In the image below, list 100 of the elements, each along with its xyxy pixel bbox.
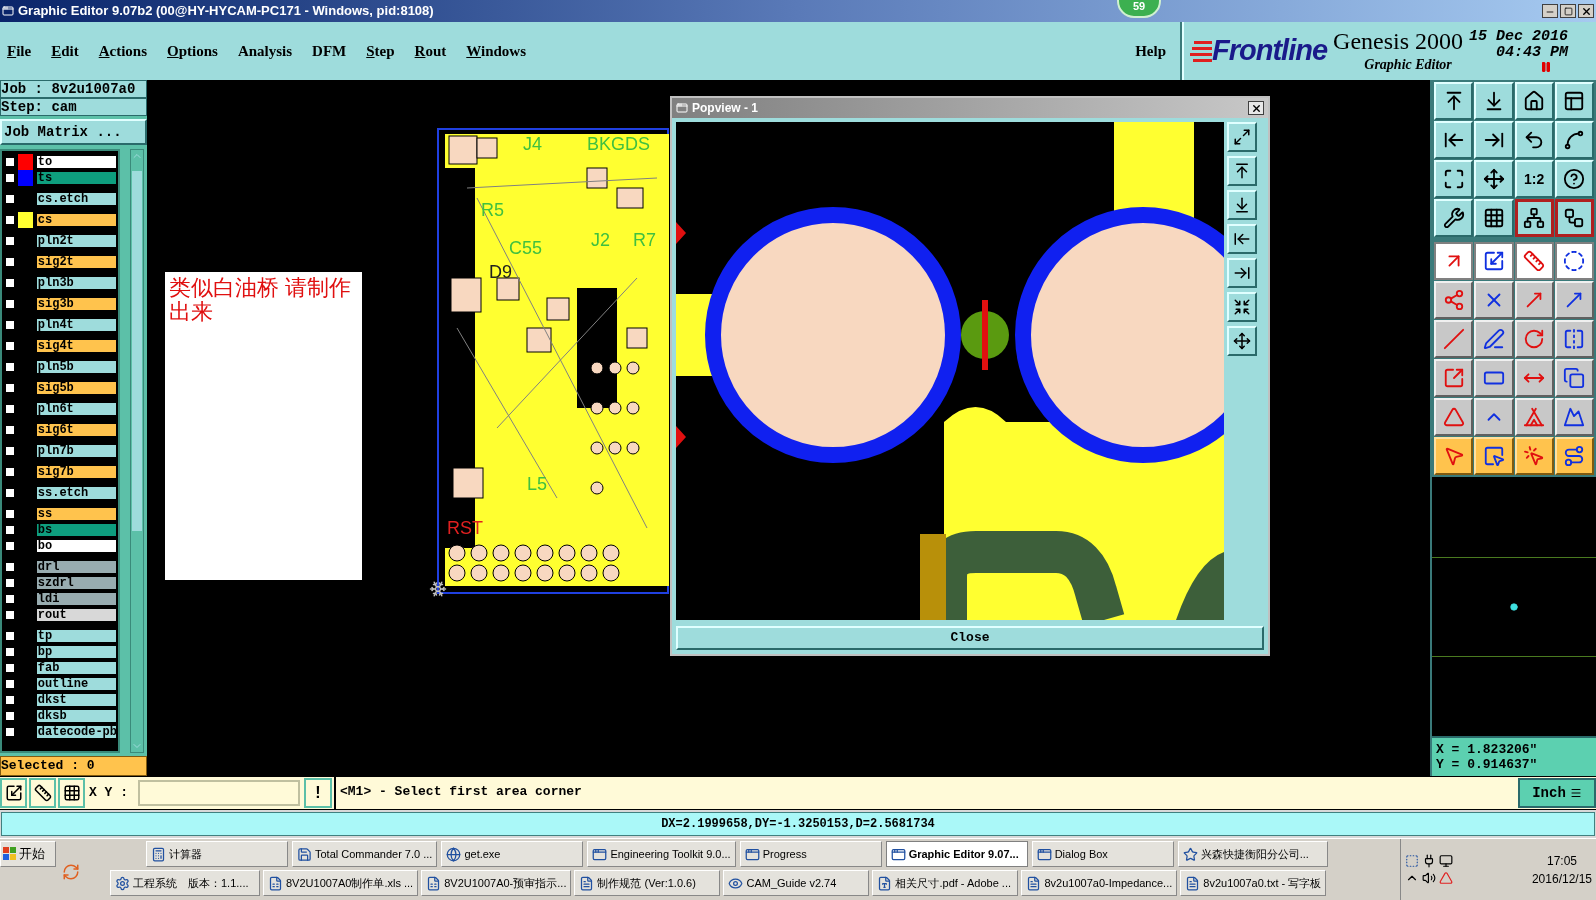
layer-checkbox[interactable]: [4, 256, 16, 268]
taskbar-button[interactable]: 兴森快捷衡阳分公司...: [1177, 841, 1328, 867]
xy-input-field[interactable]: [138, 780, 300, 806]
view-tool-button[interactable]: [1227, 190, 1257, 220]
layer-name[interactable]: sig5b: [34, 380, 118, 396]
layer-name[interactable]: pln3b: [34, 275, 118, 291]
menu-item[interactable]: Step: [366, 39, 395, 63]
tool-button[interactable]: [1554, 242, 1594, 280]
taskbar-button[interactable]: 8v2u1007a0-Impedance...: [1021, 870, 1178, 896]
layer-checkbox[interactable]: [4, 508, 16, 520]
taskbar-button[interactable]: 制作规范 (Ver:1.0.6): [574, 870, 721, 896]
layer-name[interactable]: sig3b: [34, 296, 118, 312]
view-tool-button[interactable]: [1227, 258, 1257, 288]
layer-name[interactable]: ldi: [34, 591, 118, 607]
layer-checkbox[interactable]: [4, 382, 16, 394]
taskbar-button[interactable]: Total Commander 7.0 ...: [292, 841, 438, 867]
layer-name[interactable]: ts: [34, 170, 118, 186]
layer-name[interactable]: cs.etch: [34, 191, 118, 207]
layer-name[interactable]: drl: [34, 559, 118, 575]
taskbar-button[interactable]: Progress: [739, 841, 882, 867]
layer-checkbox[interactable]: [4, 609, 16, 621]
layer-name[interactable]: dkst: [34, 692, 118, 708]
layer-checkbox[interactable]: [4, 524, 16, 536]
layer-name[interactable]: pln4t: [34, 317, 118, 333]
layer-name[interactable]: sig6t: [34, 422, 118, 438]
layer-name[interactable]: sig7b: [34, 464, 118, 480]
layer-name[interactable]: rout: [34, 607, 118, 623]
layer-name[interactable]: bp: [34, 644, 118, 660]
scroll-thumb[interactable]: [132, 171, 142, 531]
layer-name[interactable]: dksb: [34, 708, 118, 724]
layer-checkbox[interactable]: [4, 561, 16, 573]
layer-name[interactable]: datecode-pb: [34, 724, 118, 740]
layer-name[interactable]: ss: [34, 506, 118, 522]
menu-item[interactable]: Edit: [51, 39, 79, 63]
menu-item[interactable]: Help: [1135, 39, 1166, 63]
alert-button[interactable]: !: [304, 778, 332, 808]
layer-checkbox[interactable]: [4, 403, 16, 415]
layer-checkbox[interactable]: [4, 726, 16, 738]
layer-name[interactable]: pln6t: [34, 401, 118, 417]
menu-item[interactable]: Windows: [466, 39, 527, 63]
layer-name[interactable]: bo: [34, 538, 118, 554]
layer-name[interactable]: tp: [34, 628, 118, 644]
job-matrix-button[interactable]: Job Matrix ...: [0, 119, 147, 145]
taskbar-button[interactable]: 8V2U1007A0制作单.xls ...: [263, 870, 419, 896]
layer-name[interactable]: ss.etch: [34, 485, 118, 501]
tool-button[interactable]: [1514, 199, 1554, 237]
units-dropdown[interactable]: Inch: [1518, 778, 1596, 808]
view-tool-button[interactable]: [1227, 156, 1257, 186]
command-tool-button[interactable]: [0, 778, 27, 808]
layer-checkbox[interactable]: [4, 678, 16, 690]
layer-name[interactable]: bs: [34, 522, 118, 538]
view-tool-button[interactable]: [1227, 326, 1257, 356]
layer-checkbox[interactable]: [4, 214, 16, 226]
menu-item[interactable]: File: [7, 39, 32, 63]
close-button[interactable]: [1248, 101, 1264, 115]
layer-name[interactable]: cs: [34, 212, 118, 228]
layer-name[interactable]: pln2t: [34, 233, 118, 249]
maximize-button[interactable]: [1560, 4, 1576, 18]
layer-name[interactable]: sig2t: [34, 254, 118, 270]
layer-name[interactable]: fab: [34, 660, 118, 676]
close-button[interactable]: [1578, 4, 1594, 18]
taskbar-button[interactable]: 8v2u1007a0.txt - 写字板: [1180, 870, 1327, 896]
popview-close-button[interactable]: Close: [676, 626, 1264, 650]
scrollbar[interactable]: [130, 149, 144, 753]
taskbar-button[interactable]: get.exe: [441, 841, 584, 867]
layer-name[interactable]: outline: [34, 676, 118, 692]
taskbar-button[interactable]: 8V2U1007A0-预审指示...: [421, 870, 572, 896]
layer-checkbox[interactable]: [4, 340, 16, 352]
layer-checkbox[interactable]: [4, 694, 16, 706]
layer-checkbox[interactable]: [4, 298, 16, 310]
layer-checkbox[interactable]: [4, 630, 16, 642]
command-tool-button[interactable]: [58, 778, 85, 808]
zoom-ratio-button[interactable]: 1:2: [1514, 160, 1554, 198]
layer-checkbox[interactable]: [4, 466, 16, 478]
taskbar-button[interactable]: 工程系统 版本：1.1....: [110, 870, 260, 896]
layer-name[interactable]: sig4t: [34, 338, 118, 354]
layer-checkbox[interactable]: [4, 193, 16, 205]
layer-checkbox[interactable]: [4, 487, 16, 499]
taskbar-button[interactable]: Graphic Editor 9.07...: [885, 841, 1028, 867]
view-tool-button[interactable]: [1227, 224, 1257, 254]
menu-item[interactable]: Options: [167, 39, 218, 63]
layer-checkbox[interactable]: [4, 235, 16, 247]
layer-name[interactable]: pln5b: [34, 359, 118, 375]
layer-checkbox[interactable]: [4, 172, 16, 184]
layer-name[interactable]: to: [34, 154, 118, 170]
menu-item[interactable]: Rout: [414, 39, 447, 63]
taskbar-button[interactable]: Engineering Toolkit 9.0...: [587, 841, 736, 867]
layer-checkbox[interactable]: [4, 361, 16, 373]
command-tool-button[interactable]: [29, 778, 56, 808]
layer-checkbox[interactable]: [4, 710, 16, 722]
layer-checkbox[interactable]: [4, 646, 16, 658]
taskbar-button[interactable]: Dialog Box: [1031, 841, 1174, 867]
layer-checkbox[interactable]: [4, 156, 16, 168]
menu-item[interactable]: Actions: [98, 39, 148, 63]
menu-item[interactable]: Analysis: [237, 39, 293, 63]
layer-checkbox[interactable]: [4, 277, 16, 289]
layer-checkbox[interactable]: [4, 662, 16, 674]
layer-name[interactable]: pln7b: [34, 443, 118, 459]
view-tool-button[interactable]: [1227, 122, 1257, 152]
taskbar-button[interactable]: 相关尺寸.pdf - Adobe ...: [872, 870, 1019, 896]
